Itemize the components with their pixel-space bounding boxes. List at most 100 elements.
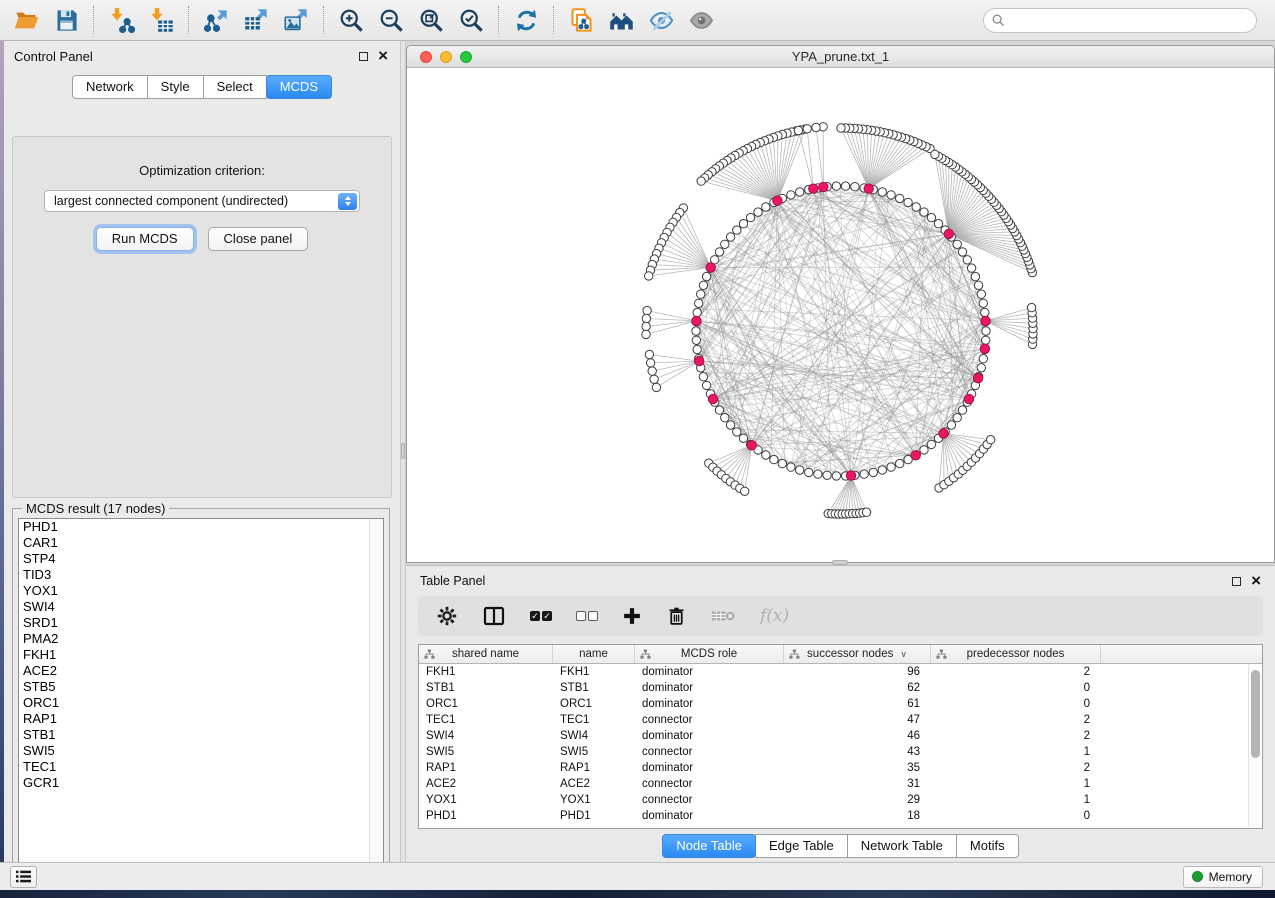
- table-cell[interactable]: 2: [931, 712, 1101, 728]
- mcds-result-item[interactable]: STP4: [19, 551, 383, 567]
- table-cell[interactable]: 46: [784, 728, 931, 744]
- table-cell[interactable]: YOX1: [553, 792, 635, 808]
- table-cell[interactable]: FKH1: [553, 664, 635, 680]
- table-cell[interactable]: dominator: [635, 760, 784, 776]
- select-all-button[interactable]: ✓ ✓: [530, 611, 552, 621]
- table-tab-motifs[interactable]: Motifs: [956, 834, 1019, 858]
- mcds-result-item[interactable]: TID3: [19, 567, 383, 583]
- table-row[interactable]: STB1STB1dominator620: [419, 680, 1262, 696]
- mcds-result-item[interactable]: SWI4: [19, 599, 383, 615]
- import-network-button[interactable]: [101, 3, 141, 37]
- clone-network-button[interactable]: [561, 3, 601, 37]
- close-panel-button[interactable]: Close panel: [208, 227, 309, 251]
- run-mcds-button[interactable]: Run MCDS: [96, 227, 194, 251]
- table-cell[interactable]: 0: [931, 680, 1101, 696]
- table-cell[interactable]: PHD1: [419, 808, 553, 824]
- open-file-button[interactable]: [6, 3, 46, 37]
- column-header-name[interactable]: name: [553, 645, 635, 663]
- table-cell[interactable]: 61: [784, 696, 931, 712]
- add-row-button[interactable]: [622, 606, 642, 626]
- mcds-result-item[interactable]: STB5: [19, 679, 383, 695]
- export-image-button[interactable]: [276, 3, 316, 37]
- delete-button[interactable]: [666, 605, 687, 627]
- search-input[interactable]: [1010, 13, 1248, 27]
- table-cell[interactable]: SWI5: [419, 744, 553, 760]
- column-header-shared-name[interactable]: shared name: [419, 645, 553, 663]
- mcds-result-item[interactable]: GCR1: [19, 775, 383, 791]
- table-cell[interactable]: 43: [784, 744, 931, 760]
- tab-mcds[interactable]: MCDS: [266, 75, 332, 99]
- table-cell[interactable]: 2: [931, 664, 1101, 680]
- column-header-predecessor-nodes[interactable]: predecessor nodes: [931, 645, 1101, 663]
- mcds-result-item[interactable]: ORC1: [19, 695, 383, 711]
- mcds-result-item[interactable]: CAR1: [19, 535, 383, 551]
- table-cell[interactable]: 18: [784, 808, 931, 824]
- column-header-MCDS-role[interactable]: MCDS role: [635, 645, 784, 663]
- close-panel-icon[interactable]: ×: [1251, 576, 1261, 586]
- mcds-result-item[interactable]: PMA2: [19, 631, 383, 647]
- table-row[interactable]: RAP1RAP1dominator352: [419, 760, 1262, 776]
- table-tab-network-table[interactable]: Network Table: [847, 834, 957, 858]
- mcds-result-item[interactable]: STB1: [19, 727, 383, 743]
- export-network-button[interactable]: [196, 3, 236, 37]
- table-cell[interactable]: TEC1: [419, 712, 553, 728]
- table-cell[interactable]: ACE2: [419, 776, 553, 792]
- mcds-result-item[interactable]: PHD1: [19, 519, 383, 535]
- table-cell[interactable]: 29: [784, 792, 931, 808]
- table-cell[interactable]: SWI5: [553, 744, 635, 760]
- task-history-button[interactable]: [10, 866, 37, 888]
- table-cell[interactable]: 1: [931, 744, 1101, 760]
- table-cell[interactable]: dominator: [635, 680, 784, 696]
- zoom-fit-button[interactable]: [411, 3, 451, 37]
- table-cell[interactable]: PHD1: [553, 808, 635, 824]
- table-cell[interactable]: dominator: [635, 728, 784, 744]
- table-cell[interactable]: SWI4: [419, 728, 553, 744]
- memory-button[interactable]: Memory: [1183, 866, 1263, 888]
- mcds-result-item[interactable]: FKH1: [19, 647, 383, 663]
- table-cell[interactable]: connector: [635, 776, 784, 792]
- table-cell[interactable]: RAP1: [419, 760, 553, 776]
- table-cell[interactable]: 35: [784, 760, 931, 776]
- mcds-list-scrollbar[interactable]: [369, 519, 383, 872]
- table-cell[interactable]: ACE2: [553, 776, 635, 792]
- table-cell[interactable]: ORC1: [419, 696, 553, 712]
- divider-grip[interactable]: [401, 443, 405, 459]
- refresh-button[interactable]: [506, 3, 546, 37]
- table-cell[interactable]: 0: [931, 696, 1101, 712]
- zoom-out-button[interactable]: [371, 3, 411, 37]
- zoom-selected-button[interactable]: [451, 3, 491, 37]
- table-cell[interactable]: connector: [635, 744, 784, 760]
- tab-select[interactable]: Select: [203, 75, 267, 99]
- gear-button[interactable]: [436, 605, 458, 627]
- table-cell[interactable]: RAP1: [553, 760, 635, 776]
- optimization-criterion-select[interactable]: largest connected component (undirected): [44, 190, 360, 212]
- export-table-button[interactable]: [236, 3, 276, 37]
- table-cell[interactable]: dominator: [635, 696, 784, 712]
- mcds-result-item[interactable]: RAP1: [19, 711, 383, 727]
- table-cell[interactable]: dominator: [635, 808, 784, 824]
- first-neighbors-button[interactable]: [601, 3, 641, 37]
- tab-network[interactable]: Network: [72, 75, 148, 99]
- mcds-result-item[interactable]: SRD1: [19, 615, 383, 631]
- table-cell[interactable]: FKH1: [419, 664, 553, 680]
- zoom-in-button[interactable]: [331, 3, 371, 37]
- mcds-result-item[interactable]: YOX1: [19, 583, 383, 599]
- table-row[interactable]: SWI5SWI5connector431: [419, 744, 1262, 760]
- table-cell[interactable]: 62: [784, 680, 931, 696]
- table-cell[interactable]: 0: [931, 808, 1101, 824]
- table-row[interactable]: FKH1FKH1dominator962: [419, 664, 1262, 680]
- mcds-result-item[interactable]: ACE2: [19, 663, 383, 679]
- table-cell[interactable]: connector: [635, 712, 784, 728]
- float-panel-icon[interactable]: [359, 52, 368, 61]
- table-cell[interactable]: 2: [931, 760, 1101, 776]
- hide-selected-button[interactable]: [641, 3, 681, 37]
- save-session-button[interactable]: [46, 3, 86, 37]
- table-tab-node-table[interactable]: Node Table: [662, 834, 756, 858]
- table-row[interactable]: SWI4SWI4dominator462: [419, 728, 1262, 744]
- table-row[interactable]: ORC1ORC1dominator610: [419, 696, 1262, 712]
- table-row[interactable]: YOX1YOX1connector291: [419, 792, 1262, 808]
- mcds-result-item[interactable]: SWI5: [19, 743, 383, 759]
- table-cell[interactable]: YOX1: [419, 792, 553, 808]
- column-header-successor-nodes[interactable]: successor nodes∨: [784, 645, 931, 663]
- table-cell[interactable]: STB1: [419, 680, 553, 696]
